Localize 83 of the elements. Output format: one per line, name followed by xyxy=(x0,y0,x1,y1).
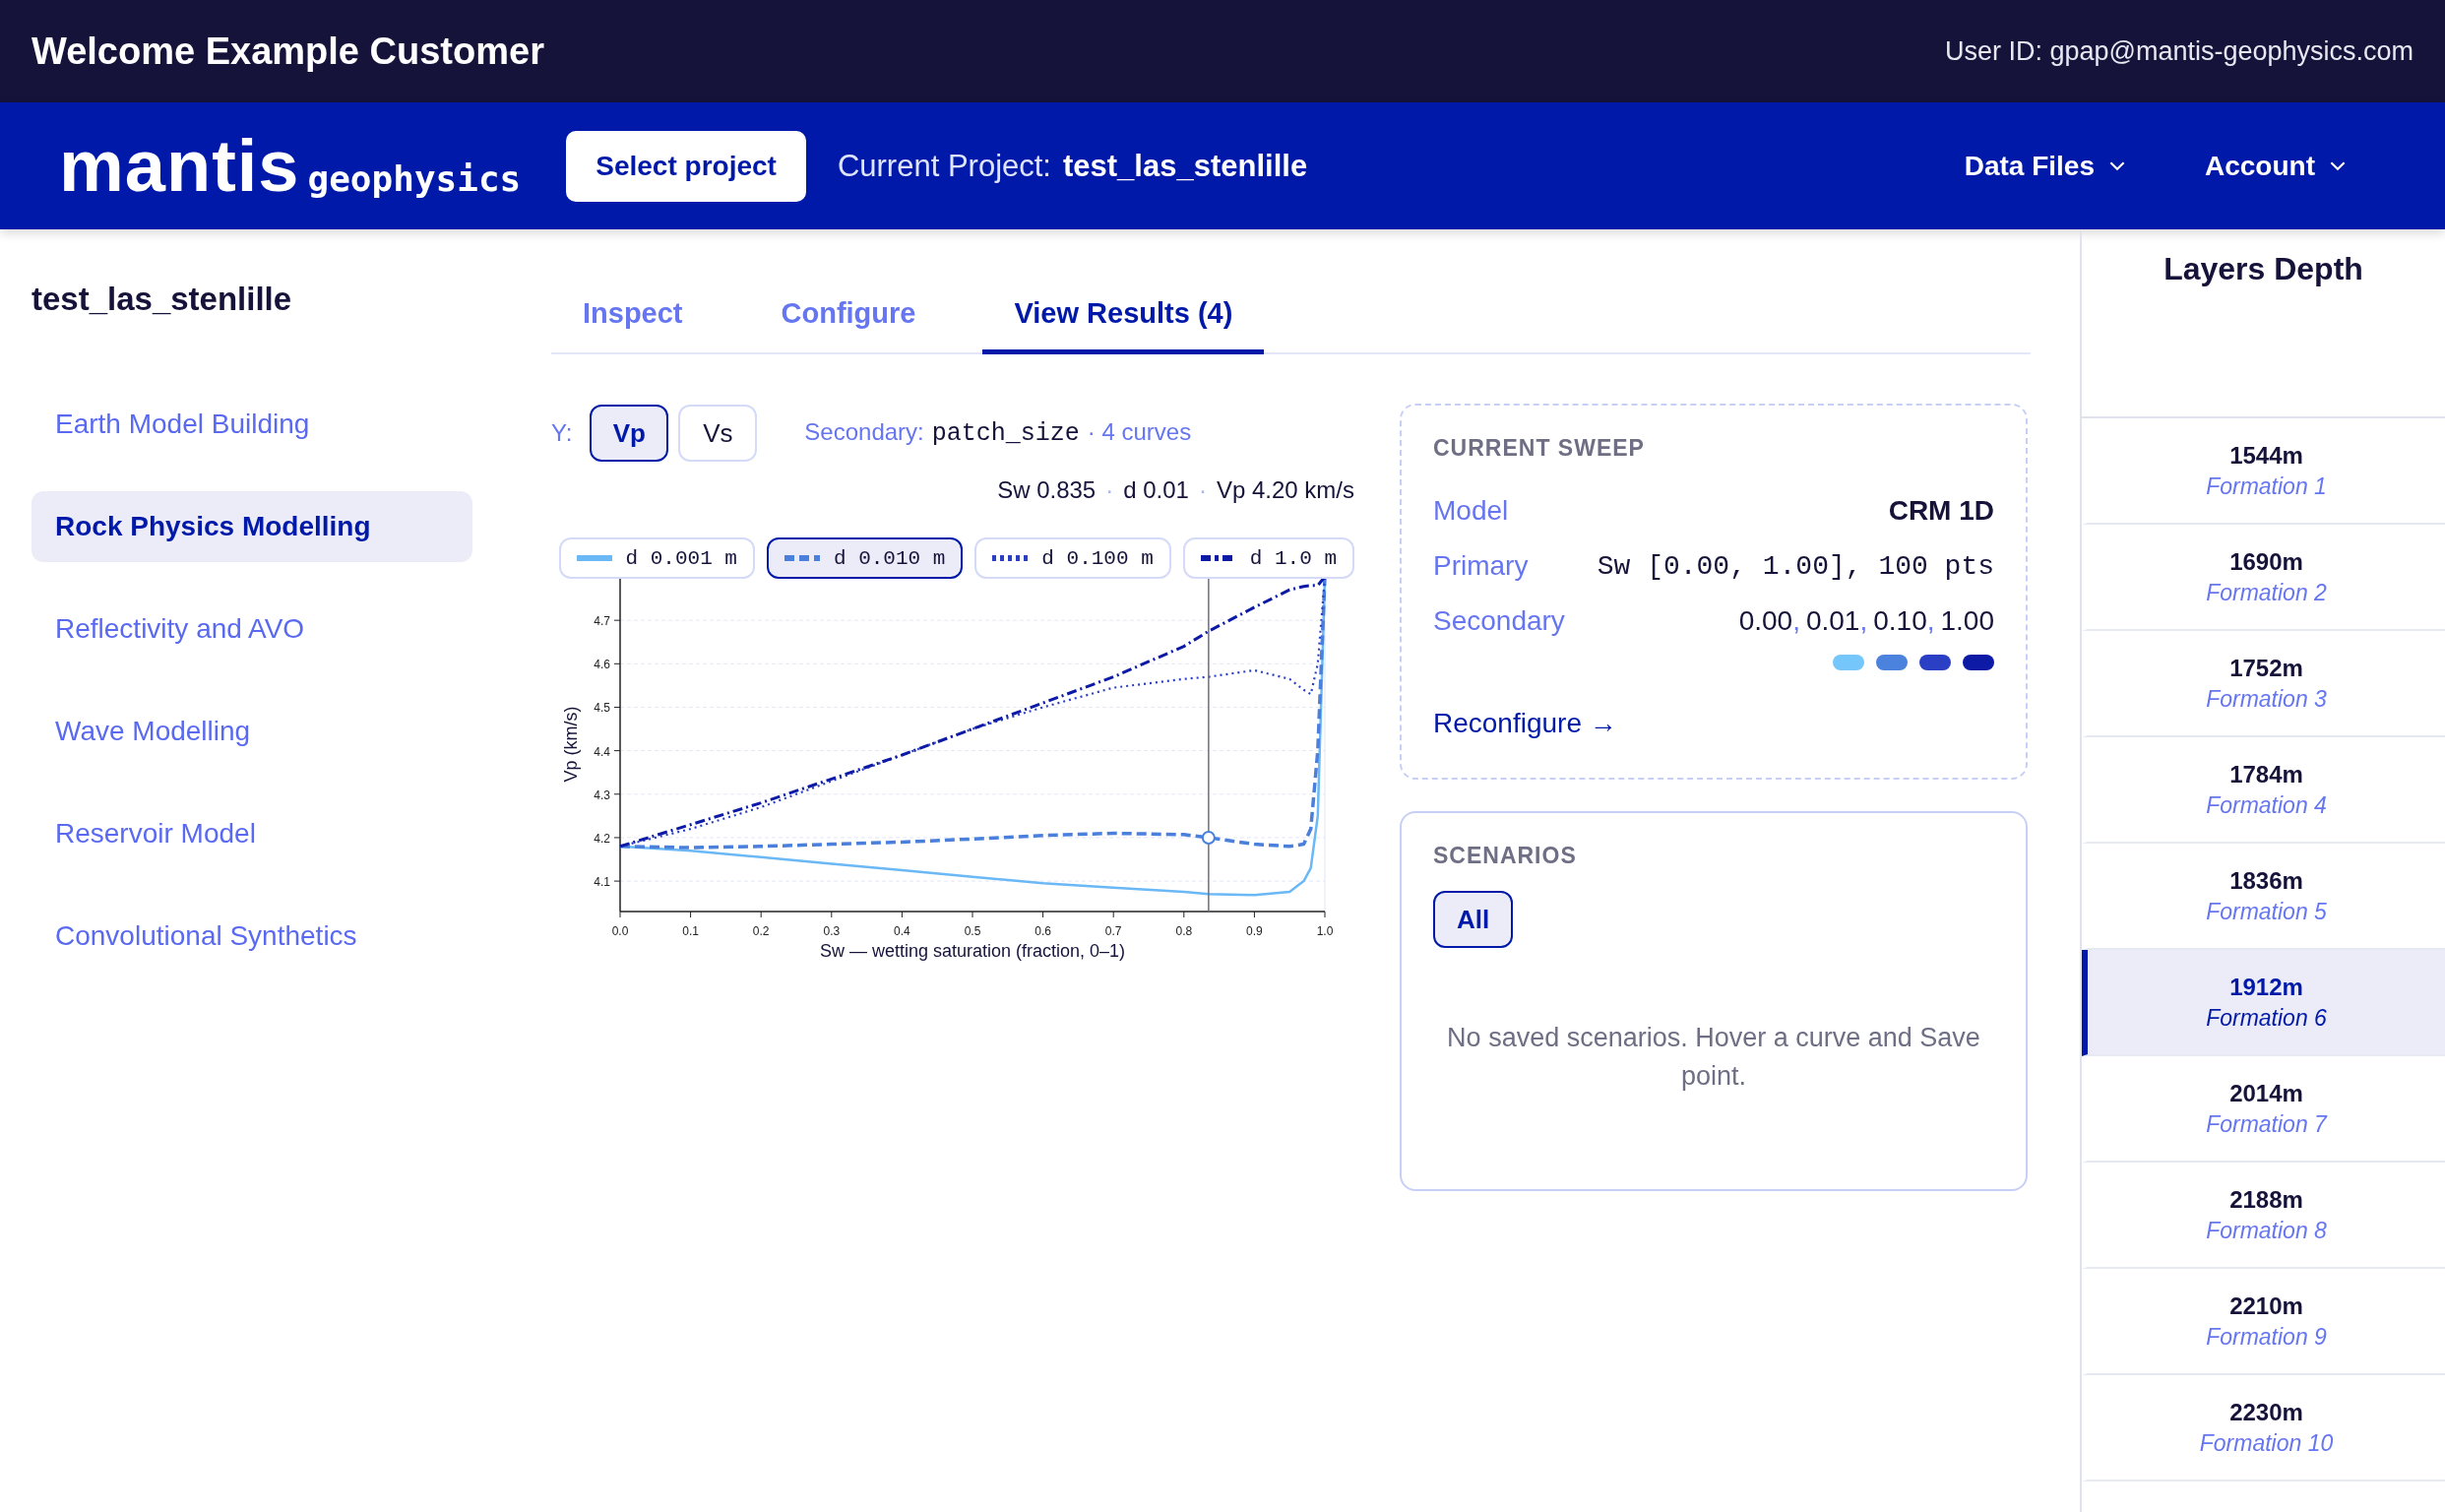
secondary-label: Secondary: xyxy=(804,418,924,446)
sweep-value: 0.01 xyxy=(1805,605,1860,637)
layer-item[interactable]: 2210m Formation 9 xyxy=(2082,1269,2445,1375)
sidebar-item[interactable]: Rock Physics Modelling xyxy=(31,491,472,562)
x-tick-label: 0.1 xyxy=(682,924,699,938)
x-tick-label: 0.4 xyxy=(894,924,910,938)
sidebar-item[interactable]: Reflectivity and AVO xyxy=(31,594,472,664)
sweep-value: 0.00 xyxy=(1738,605,1793,637)
readout-value: Sw 0.835 xyxy=(997,476,1097,504)
layer-item[interactable]: 1752m Formation 3 xyxy=(2082,631,2445,737)
filter-button[interactable]: All xyxy=(1433,891,1514,948)
empty-message: No saved scenarios. Hover a curve and Save point. xyxy=(1446,1022,1981,1094)
current-project-name: test_las_stenlille xyxy=(1063,148,1308,184)
sweep-value: 0.10 xyxy=(1873,605,1927,637)
x-tick-label: 0.8 xyxy=(1175,924,1193,938)
separator: · xyxy=(1198,476,1207,504)
card-title: CURRENT SWEEP xyxy=(1433,435,1646,462)
tab[interactable]: Inspect xyxy=(551,297,715,354)
sidebar-item[interactable]: Earth Model Building xyxy=(31,389,472,460)
curve-count: · 4 curves xyxy=(1087,418,1192,446)
y-axis-selector-label: Y: xyxy=(551,419,573,447)
separator: , xyxy=(1792,605,1800,637)
nav-menu[interactable]: Data Files xyxy=(1964,150,2126,182)
y-axis-title: Vp (km/s) xyxy=(561,706,581,783)
separator: · xyxy=(1105,476,1114,504)
y-axis-option[interactable]: Vp xyxy=(590,405,669,462)
card-title: SCENARIOS xyxy=(1433,843,1578,869)
layer-item[interactable]: 2188m Formation 8 xyxy=(2082,1163,2445,1269)
chevron-down-icon xyxy=(2108,160,2126,171)
x-tick-label: 0.5 xyxy=(964,924,981,938)
tab[interactable]: Configure xyxy=(749,297,948,354)
reconfigure-link[interactable]: Reconfigure → xyxy=(1433,708,1617,739)
sweep-value: Sw [0.00, 1.00], 100 pts xyxy=(1597,550,1994,582)
y-tick-label: 4.5 xyxy=(594,701,610,716)
layer-item[interactable]: 1544m Formation 1 xyxy=(2082,418,2445,525)
y-tick-label: 4.1 xyxy=(594,875,610,890)
x-tick-label: 1.0 xyxy=(1316,924,1334,938)
nav-menu[interactable]: Account xyxy=(2205,150,2347,182)
sidebar-item[interactable]: Wave Modelling xyxy=(31,696,472,767)
sweep-value: 1.00 xyxy=(1940,605,1994,637)
logo[interactable]: mantis geophysics xyxy=(59,124,522,208)
separator: , xyxy=(1859,605,1868,637)
x-tick-label: 0.0 xyxy=(611,924,629,938)
select-project-button[interactable]: Select project xyxy=(566,130,806,202)
user-id-text: User ID: gpap@mantis-geophysics.com xyxy=(1944,35,2414,67)
x-tick-label: 0.2 xyxy=(752,924,770,938)
y-tick-label: 4.4 xyxy=(594,744,610,759)
sweep-label: Primary xyxy=(1433,550,1529,582)
sweep-label: Secondary xyxy=(1433,605,1565,637)
x-tick-label: 0.3 xyxy=(823,924,841,938)
readout-value: Vp 4.20 km/s xyxy=(1216,476,1354,504)
sidebar-item[interactable]: Reservoir Model xyxy=(31,798,472,869)
chevron-down-icon xyxy=(2329,160,2347,171)
legend-item[interactable]: d 0.100 m xyxy=(974,537,1171,579)
y-tick-label: 4.3 xyxy=(594,788,610,802)
y-tick-label: 4.2 xyxy=(594,831,610,846)
current-project-label: Current Project: xyxy=(837,148,1051,184)
layer-item[interactable]: 1784m Formation 4 xyxy=(2082,737,2445,844)
tab[interactable]: View Results (4) xyxy=(982,297,1265,354)
y-tick-label: 4.7 xyxy=(594,614,610,629)
sweep-value: CRM 1D xyxy=(1888,495,1994,527)
layer-item[interactable]: 1912m Formation 6 xyxy=(2082,950,2445,1056)
readout-value: d 0.01 xyxy=(1123,476,1189,504)
legend-item[interactable]: d 1.0 m xyxy=(1182,537,1354,579)
secondary-value: patch_size xyxy=(931,419,1080,448)
sidebar-item[interactable]: Convolutional Synthetics xyxy=(31,901,472,972)
layer-item[interactable]: 1690m Formation 2 xyxy=(2082,525,2445,631)
y-tick-label: 4.6 xyxy=(594,658,610,672)
sweep-label: Model xyxy=(1433,495,1509,527)
y-axis-option[interactable]: Vs xyxy=(678,405,758,462)
hover-marker xyxy=(1201,830,1216,845)
layer-item[interactable]: 2230m Formation 10 xyxy=(2082,1375,2445,1481)
layer-item[interactable]: 2014m Formation 7 xyxy=(2082,1056,2445,1163)
legend-item[interactable]: d 0.001 m xyxy=(558,537,755,579)
legend-item[interactable]: d 0.010 m xyxy=(766,537,964,579)
x-tick-label: 0.7 xyxy=(1104,924,1122,938)
welcome-text: Welcome Example Customer xyxy=(31,30,544,73)
x-tick-label: 0.9 xyxy=(1246,924,1263,938)
x-tick-label: 0.6 xyxy=(1034,924,1051,938)
x-axis-title: Sw — wetting saturation (fraction, 0–1) xyxy=(819,941,1126,961)
layers-title: Layers Depth xyxy=(2163,251,2363,288)
separator: , xyxy=(1926,605,1935,637)
project-title: test_las_stenlille xyxy=(31,281,293,318)
